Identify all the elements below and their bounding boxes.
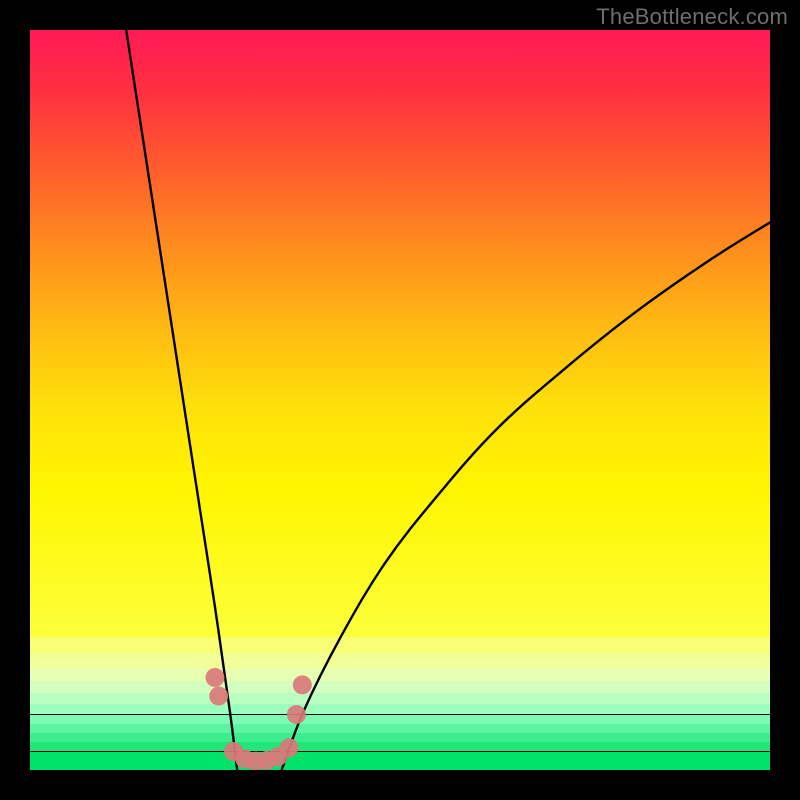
curve-left-branch — [126, 30, 237, 770]
plot-area — [30, 30, 770, 770]
watermark-text: TheBottleneck.com — [596, 4, 788, 30]
valley-marker-dot — [209, 687, 228, 706]
valley-marker-dot — [293, 675, 312, 694]
valley-markers — [206, 668, 312, 770]
valley-marker-dot — [206, 668, 225, 687]
chart-frame: TheBottleneck.com — [0, 0, 800, 800]
curve-right-branch — [282, 222, 770, 770]
valley-marker-dot — [280, 738, 299, 757]
valley-marker-dot — [287, 705, 306, 724]
curve-layer — [30, 30, 770, 770]
